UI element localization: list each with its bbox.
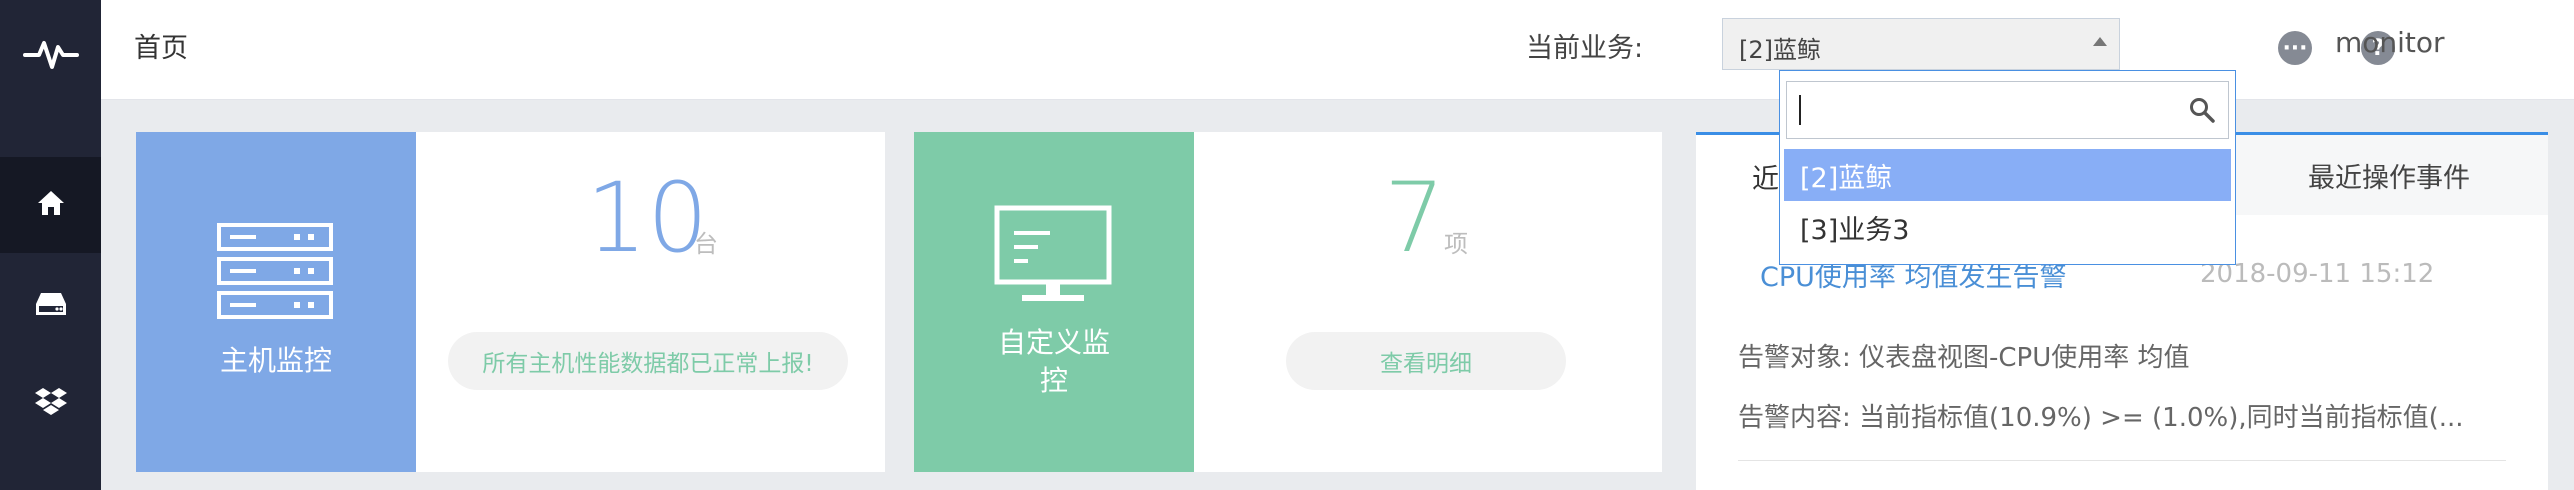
home-icon	[36, 189, 66, 221]
event-content: 告警内容: 当前指标值(10.9%) >= (1.0%),同时当前指标值(...	[1738, 403, 2464, 433]
search-input[interactable]	[1786, 81, 2229, 139]
event-target: 告警对象: 仪表盘视图-CPU使用率 均值	[1738, 343, 2190, 373]
custom-count: 7	[1384, 162, 1446, 274]
nav-item-hosts[interactable]	[0, 258, 101, 354]
dropdown-option[interactable]: [3]业务3	[1784, 201, 2231, 253]
business-select-value: [2]蓝鲸	[1739, 36, 1821, 64]
nav-item-custom[interactable]	[0, 355, 101, 451]
host-card-banner[interactable]: 主机监控	[136, 132, 416, 472]
search-icon	[2190, 98, 2215, 123]
business-select[interactable]: [2]蓝鲸	[1722, 18, 2120, 70]
tab-recent-operations[interactable]: 最近操作事件	[2230, 135, 2548, 215]
host-card-title: 主机监控	[219, 344, 332, 377]
dropbox-icon	[34, 386, 68, 420]
nav-item-home[interactable]	[0, 157, 101, 253]
custom-monitor-card: 自定义监 控 7 项 查看明细	[914, 132, 1662, 472]
side-nav	[0, 0, 101, 490]
dropdown-option[interactable]: [2]蓝鲸	[1784, 149, 2231, 201]
business-label: 当前业务:	[1526, 33, 1644, 64]
text-cursor	[1799, 95, 1801, 125]
pulse-logo-icon[interactable]	[0, 0, 101, 105]
breadcrumb[interactable]: 首页	[134, 26, 188, 65]
user-name[interactable]: monitor	[2335, 26, 2445, 59]
divider	[1738, 460, 2506, 461]
host-count-unit: 台	[694, 230, 718, 258]
business-dropdown: [2]蓝鲸 [3]业务3	[1779, 70, 2236, 265]
monitor-icon	[994, 205, 1112, 301]
host-monitor-card: 主机监控 10 台 所有主机性能数据都已正常上报!	[136, 132, 885, 472]
host-status-pill[interactable]: 所有主机性能数据都已正常上报!	[448, 332, 848, 390]
tab-recent-alerts[interactable]: 近	[1752, 157, 1779, 196]
more-icon[interactable]: ···	[2278, 31, 2312, 65]
server-tray-icon	[35, 291, 67, 321]
custom-card-banner[interactable]: 自定义监 控	[914, 132, 1194, 472]
custom-count-unit: 项	[1444, 230, 1468, 258]
custom-card-title: 自定义监 控	[914, 324, 1194, 400]
custom-card-title-line2: 控	[1039, 364, 1068, 397]
caret-up-icon	[2093, 37, 2107, 46]
view-details-button[interactable]: 查看明细	[1286, 332, 1566, 390]
host-count: 10	[586, 162, 709, 274]
server-stack-icon	[217, 223, 333, 319]
custom-card-title-line1: 自定义监	[997, 326, 1110, 359]
